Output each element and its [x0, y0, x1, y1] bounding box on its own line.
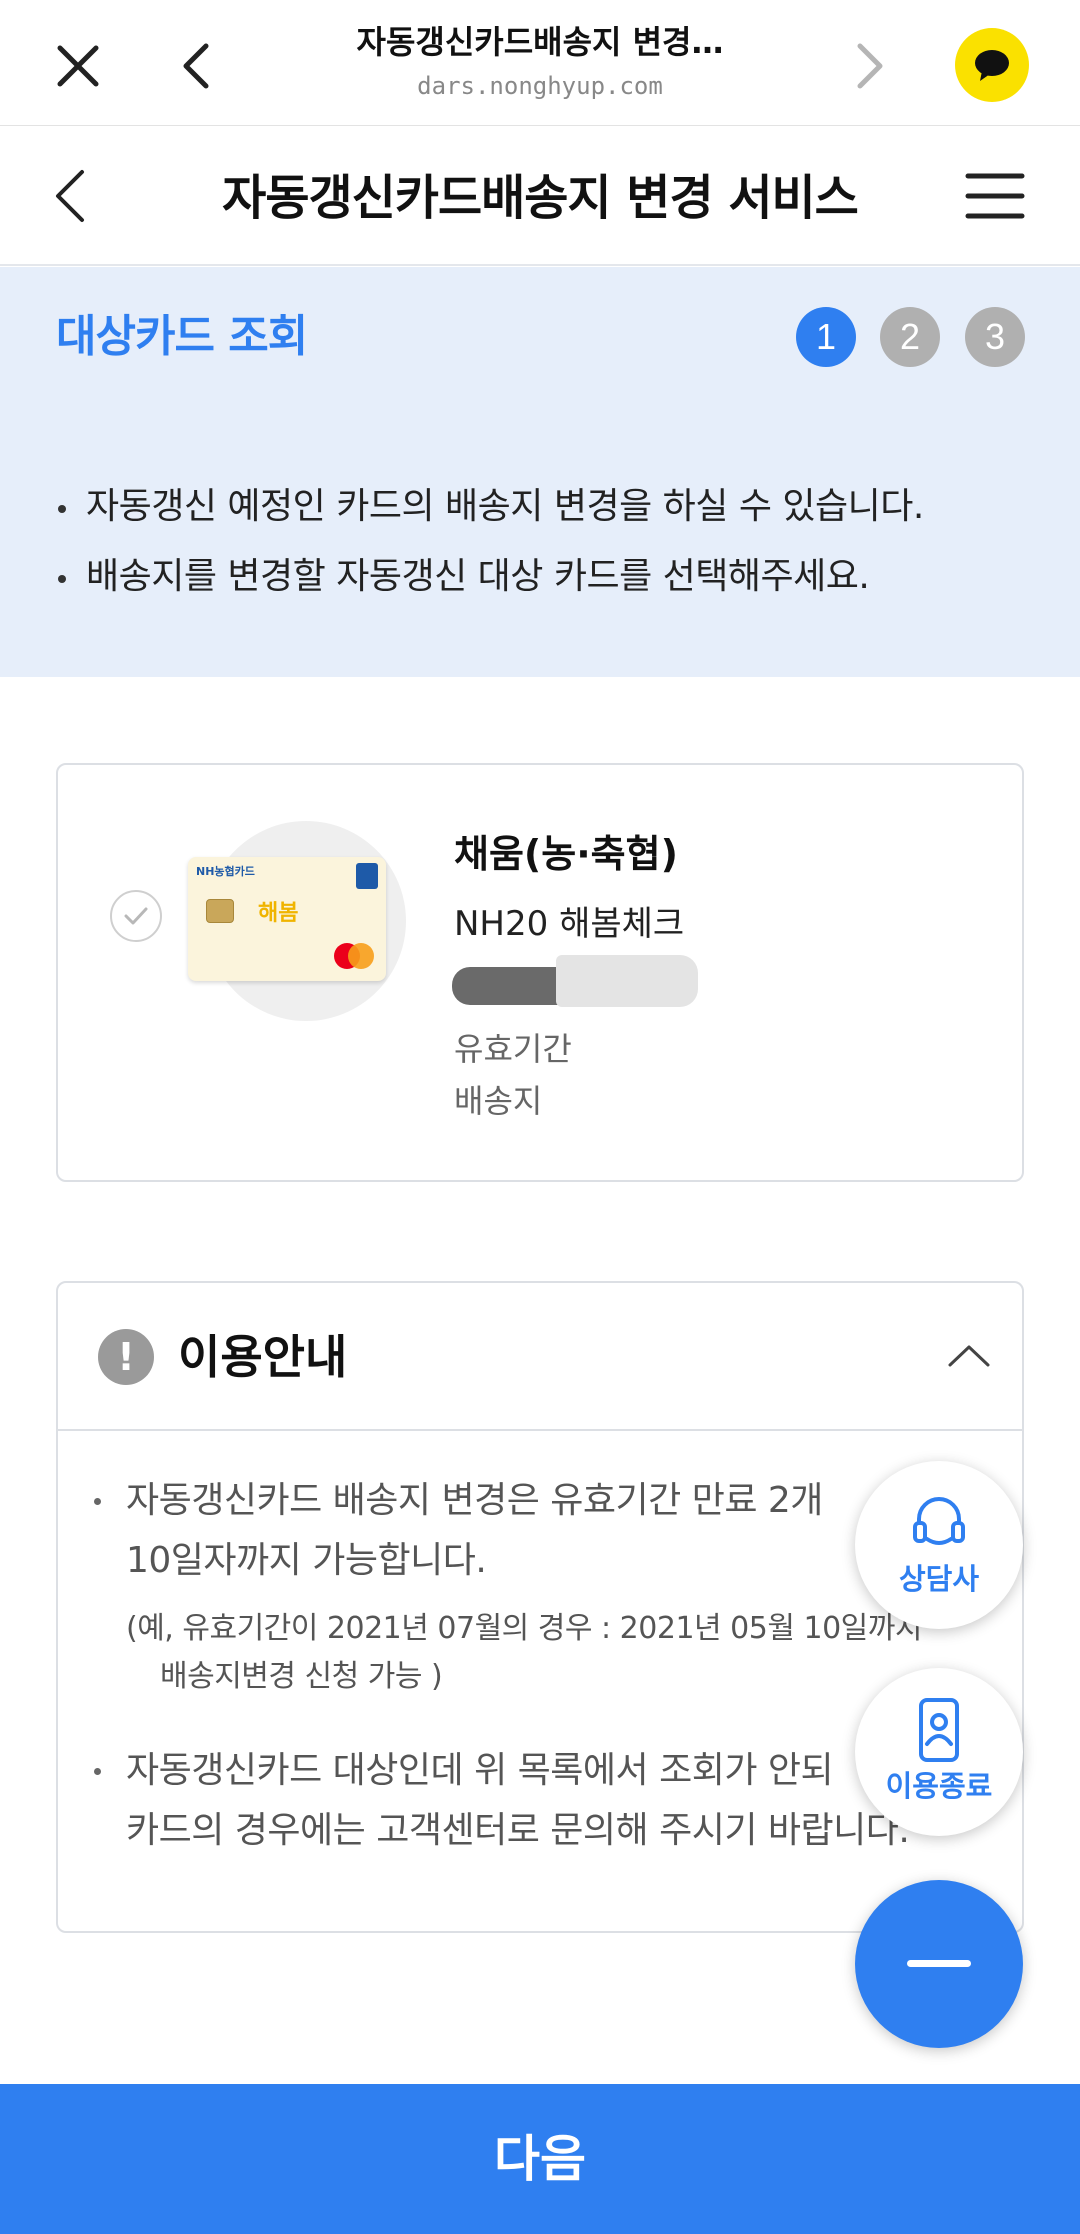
card-select-checkbox[interactable]: [110, 890, 162, 942]
card-name: 채움(농·축협): [454, 832, 678, 876]
page-title: 자동갱신카드배송지 변경 서비스: [222, 170, 859, 226]
browser-title: 자동갱신카드배송지 변경…: [356, 23, 724, 61]
screen: 자동갱신카드배송지 변경… dars.nonghyup.com 자동갱신카드배송…: [0, 0, 1080, 2234]
check-icon: [124, 907, 148, 925]
redaction-light: [556, 955, 698, 1007]
browser-bar: 자동갱신카드배송지 변경… dars.nonghyup.com: [0, 0, 1080, 126]
card-product: NH20 해봄체크: [454, 904, 685, 944]
notice-example: (예, 유효기간이 2021년 07월의 경우 : 2021년 05월 10일까…: [94, 1605, 994, 1701]
hamburger-menu-icon[interactable]: [964, 170, 1026, 222]
counselor-label: 상담사: [898, 1562, 980, 1596]
step-indicator-1: 1: [796, 307, 856, 367]
card-number-masked: [452, 955, 698, 1007]
notice-header[interactable]: ! 이용안내: [58, 1283, 1022, 1431]
chevron-left-icon[interactable]: [170, 38, 226, 94]
mastercard-logo-part: [348, 943, 374, 969]
step-section: 대상카드 조회 1 2 3 자동갱신 예정인 카드의 배송지 변경을 하실 수 …: [0, 267, 1080, 677]
collapse-fab-button[interactable]: [855, 1880, 1023, 2048]
back-button[interactable]: [46, 166, 102, 226]
headset-icon: [913, 1497, 965, 1545]
app-header: 자동갱신카드배송지 변경 서비스: [0, 126, 1080, 266]
end-service-button[interactable]: 이용종료: [855, 1668, 1023, 1836]
step-title: 대상카드 조회: [56, 311, 308, 362]
browser-title-area: 자동갱신카드배송지 변경… dars.nonghyup.com: [300, 20, 780, 104]
close-icon[interactable]: [50, 38, 106, 94]
card-list-item[interactable]: NH농협카드 해봄 채움(농·축협) NH20 해봄체크 유효기간 배송지: [56, 763, 1024, 1182]
usage-notice: ! 이용안내 자동갱신카드 배송지 변경은 유효기간 만료 2개 10일자까지 …: [56, 1281, 1024, 1933]
card-validity-label: 유효기간: [454, 1030, 572, 1068]
card-brand-logo: 해봄: [258, 901, 299, 926]
exclamation-circle-icon: !: [98, 1329, 154, 1385]
card-badge-icon: [356, 863, 378, 889]
notice-item-line: 카드의 경우에는 고객센터로 문의해 주시기 바랍니다.: [126, 1810, 910, 1851]
mobile-person-icon: [919, 1698, 959, 1762]
redaction-dark: [452, 967, 558, 1005]
end-service-label: 이용종료: [885, 1769, 993, 1803]
chevron-right-icon[interactable]: [840, 38, 896, 94]
step-guide-item: 배송지를 변경할 자동갱신 대상 카드를 선택해주세요.: [56, 542, 1046, 612]
card-chip-icon: [206, 899, 234, 923]
chevron-up-icon[interactable]: [944, 1335, 994, 1375]
step-guide-item: 자동갱신 예정인 카드의 배송지 변경을 하실 수 있습니다.: [56, 472, 1046, 542]
notice-example-line: 배송지변경 신청 가능 ): [160, 1659, 443, 1694]
step-guide-list: 자동갱신 예정인 카드의 배송지 변경을 하실 수 있습니다. 배송지를 변경할…: [56, 472, 1046, 612]
kakaotalk-button[interactable]: [955, 28, 1029, 102]
step-indicator-2: 2: [880, 307, 940, 367]
card-address-label: 배송지: [454, 1082, 543, 1120]
card-image: NH농협카드 해봄: [188, 857, 386, 981]
notice-title: 이용안내: [178, 1330, 348, 1384]
counselor-button[interactable]: 상담사: [855, 1461, 1023, 1629]
step-indicator-3: 3: [965, 307, 1025, 367]
kakaotalk-icon: [975, 50, 1009, 81]
next-button[interactable]: 다음: [0, 2084, 1080, 2234]
notice-example-line: (예, 유효기간이 2021년 07월의 경우 : 2021년 05월 10일까…: [126, 1611, 922, 1646]
browser-url[interactable]: dars.nonghyup.com: [300, 68, 780, 104]
card-issuer-logo: NH농협카드: [196, 865, 255, 878]
minus-icon: [907, 1960, 971, 1967]
